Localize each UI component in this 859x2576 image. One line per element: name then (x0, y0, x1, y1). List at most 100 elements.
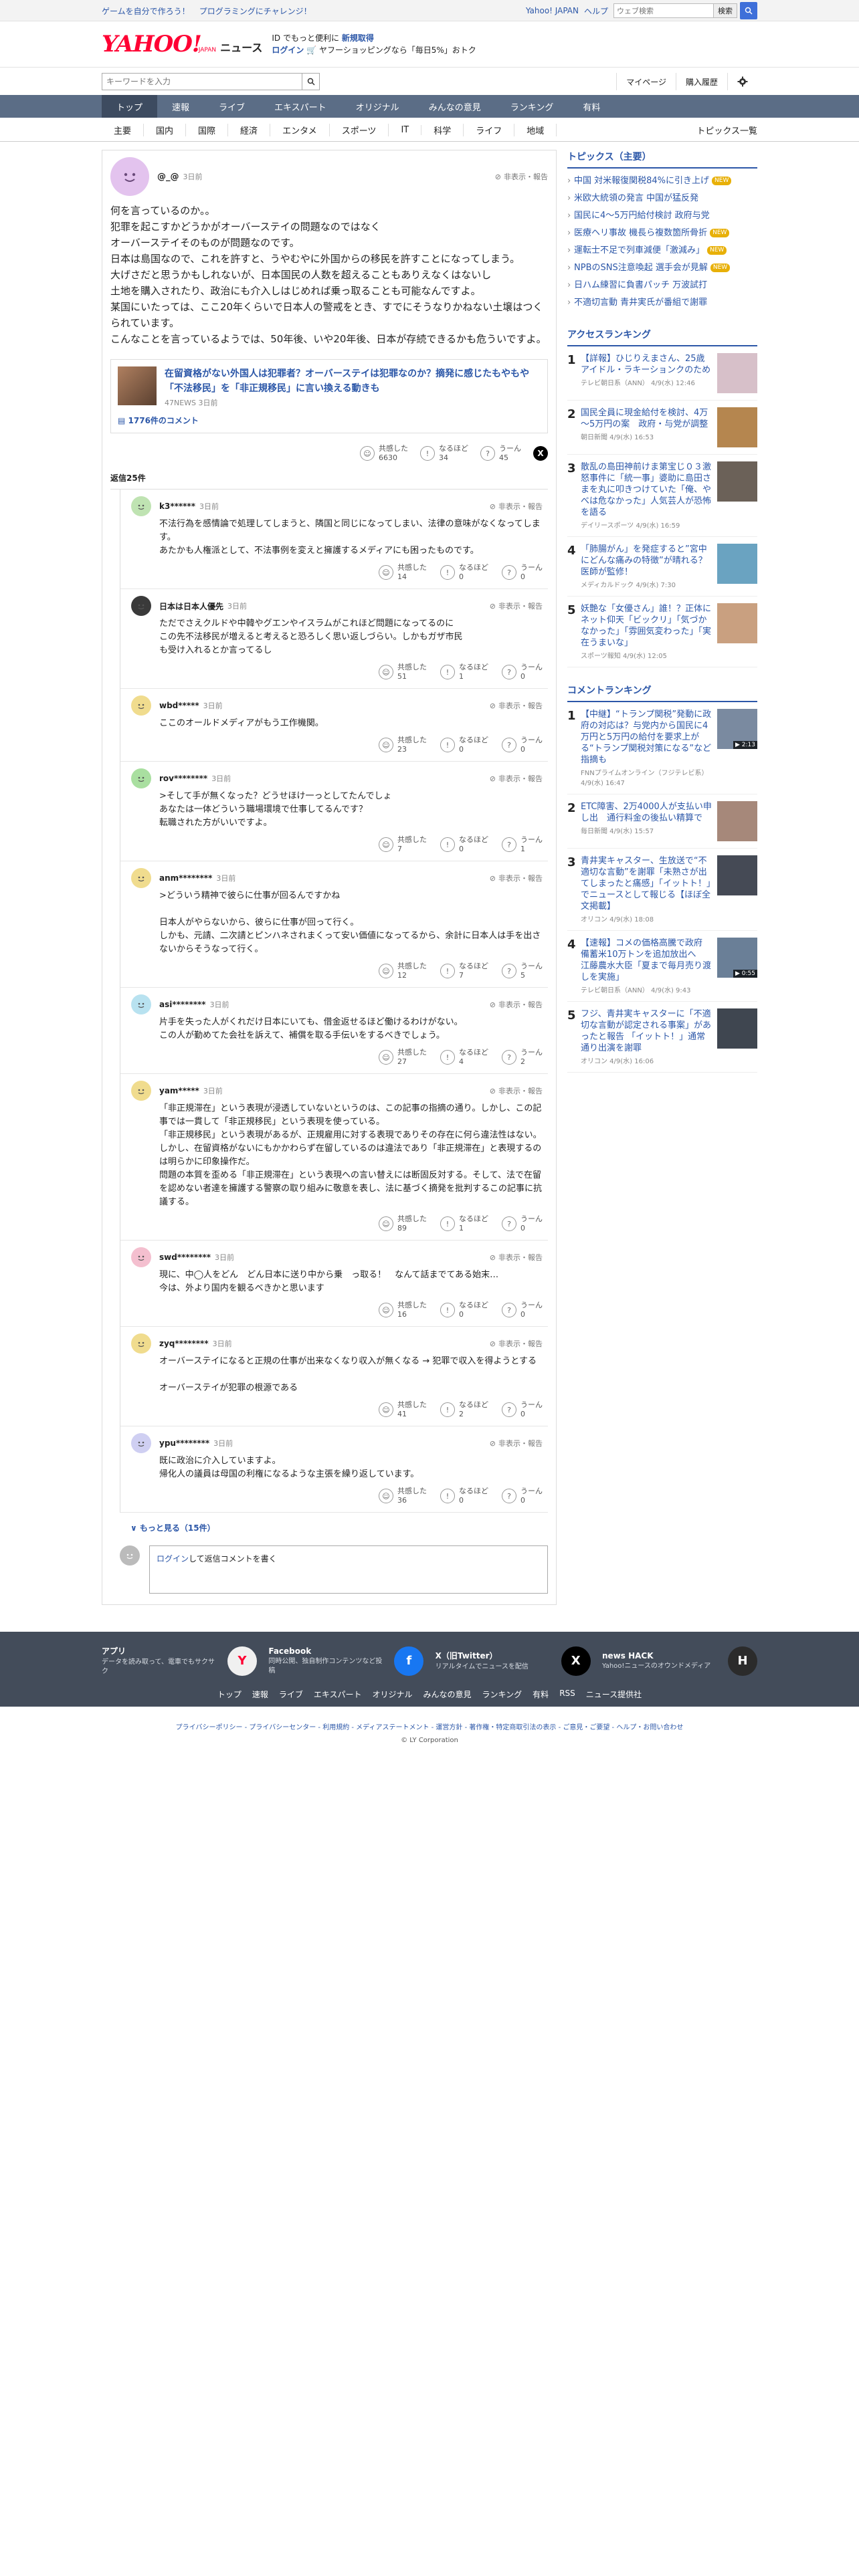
rank-title[interactable]: 散乱の島田神前けま第宝じ０３激怒事件に「統一事」婆助に島田さまを丸に叩きつけてい… (581, 461, 712, 518)
report-button[interactable]: ⊘ 非表示・報告 (490, 501, 543, 512)
rank-title[interactable]: 青井実キャスター、生放送で“不適切な言動”を謝罪「未熟さが出てしまったと痛感」「… (581, 855, 712, 912)
footer-app[interactable]: news HACK Yahoo!ニュースのオウンドメディア H (602, 1645, 757, 1677)
reply-textarea[interactable]: ログインして返信コメントを書く (149, 1545, 548, 1594)
category-tab[interactable]: IT (389, 124, 422, 135)
signup-link[interactable]: 新規取得 (342, 33, 374, 43)
report-button[interactable]: ⊘ 非表示・報告 (490, 601, 543, 611)
topic-link[interactable]: 不適切言動 青井実氏が番組で謝罪 (567, 294, 757, 312)
footer-link[interactable]: エキスパート (314, 1689, 362, 1700)
footer-app[interactable]: X（旧Twitter） リアルタイムでニュースを配信 X (436, 1645, 591, 1677)
promo-link-programming[interactable]: プログラミングにチャレンジ！ (199, 7, 312, 16)
access-ranking-item[interactable]: 3 散乱の島田神前けま第宝じ０３激怒事件に「統一事」婆助に島田さまを丸に叩きつけて… (567, 455, 757, 537)
uun-button[interactable]: ? うーん 0 (502, 563, 543, 582)
footer-link[interactable]: トップ (217, 1689, 242, 1700)
web-search-input[interactable] (613, 3, 714, 18)
article-comment-count[interactable]: ▤ 1776件のコメント (118, 415, 541, 426)
report-button[interactable]: ⊘ 非表示・報告 (490, 999, 543, 1010)
keyword-search-input[interactable] (102, 73, 302, 90)
topic-link[interactable]: 運転士不足で列車減便「激減み」NEW (567, 242, 757, 259)
agree-button[interactable]: ☺ 共感した 6630 (360, 444, 408, 463)
access-ranking-item[interactable]: 1 【詳報】ひじりえまさん、25歳 アイドル・ラキーションクのため テレビ朝日系（A… (567, 346, 757, 401)
purchase-history-link[interactable]: 購入履歴 (675, 73, 727, 90)
category-tab[interactable]: 主要 (102, 123, 145, 136)
footer-link[interactable]: RSS (559, 1689, 575, 1700)
agree-button[interactable]: ☺ 共感した 36 (379, 1487, 427, 1505)
agree-button[interactable]: ☺ 共感した 23 (379, 736, 427, 754)
reply-username[interactable]: zyq******** (159, 1339, 209, 1348)
report-button[interactable]: ⊘ 非表示・報告 (490, 773, 543, 784)
footer-link[interactable]: 速報 (252, 1689, 268, 1700)
footer-link[interactable]: ライブ (279, 1689, 303, 1700)
naruhodo-button[interactable]: ! なるほど 0 (440, 1487, 488, 1505)
x-share-icon[interactable]: X (533, 446, 548, 461)
topic-link[interactable]: 米欧大統領の発言 中国が猛反発 (567, 190, 757, 207)
agree-button[interactable]: ☺ 共感した 12 (379, 962, 427, 980)
linked-article[interactable]: 在留資格がない外国人は犯罪者？オーバーステイは犯罪なのか？摘発に感じたもやもや … (110, 359, 548, 433)
uun-button[interactable]: ? うーん 0 (502, 1301, 543, 1319)
naruhodo-button[interactable]: ! なるほど 0 (440, 1301, 488, 1319)
agree-button[interactable]: ☺ 共感した 89 (379, 1214, 427, 1233)
topic-link[interactable]: 中国 対米報復関税84%に引き上げNEW (567, 173, 757, 190)
footer-link[interactable]: ニュース提供社 (586, 1689, 642, 1700)
naruhodo-button[interactable]: ! なるほど 0 (440, 835, 488, 854)
naruhodo-button[interactable]: ! なるほど 7 (440, 962, 488, 980)
rank-title[interactable]: フジ、青井実キャスターに「不適切な言動が認定される事案」があったと報告 「イット… (581, 1008, 712, 1054)
reply-username[interactable]: ypu******** (159, 1438, 209, 1448)
reply-username[interactable]: yam***** (159, 1086, 199, 1095)
login-link[interactable]: ログイン (272, 45, 304, 55)
agree-button[interactable]: ☺ 共感した 27 (379, 1048, 427, 1067)
category-tab[interactable]: 国際 (186, 123, 229, 136)
access-ranking-item[interactable]: 5 妖艶な「女優さん」誰！？正体にネット仰天「ビックリ」「気づかなかった」「雰囲気… (567, 597, 757, 667)
nav-tab[interactable]: ランキング (496, 95, 569, 118)
rank-title[interactable]: 国民全員に現金給付を検討、4万～5万円の案 政府・与党が調整 (581, 407, 712, 430)
uun-button[interactable]: ? うーん 2 (502, 1048, 543, 1067)
naruhodo-button[interactable]: ! なるほど 1 (440, 1214, 488, 1233)
comment-ranking-item[interactable]: 3 青井実キャスター、生放送で“不適切な言動”を謝罪「未熟さが出てしまったと痛感」… (567, 849, 757, 931)
nav-tab[interactable]: みんなの意見 (414, 95, 496, 118)
report-button[interactable]: ⊘ 非表示・報告 (490, 1338, 543, 1349)
agree-button[interactable]: ☺ 共感した 41 (379, 1400, 427, 1419)
yahoo-news-logo[interactable]: YAHOO! JAPAN ニュース (102, 31, 262, 58)
promo-link-game[interactable]: ゲームを自分で作ろう！ (102, 7, 190, 16)
category-tab[interactable]: 科学 (421, 123, 464, 136)
footer-link[interactable]: オリジナル (373, 1689, 413, 1700)
topic-link[interactable]: 日ハム練習に負書パッチ 万波試打 (567, 277, 757, 294)
uun-button[interactable]: ? うーん 0 (502, 1487, 543, 1505)
topic-link[interactable]: 国民に4～5万円給付検討 政府与党 (567, 207, 757, 225)
comment-username[interactable]: @_@ (157, 172, 179, 182)
reply-username[interactable]: swd******** (159, 1253, 211, 1262)
rank-title[interactable]: 「肺腸がん」を発症すると”宮中にどんな痛みの特徴”が晴れる？医師が監修！ (581, 544, 712, 578)
mypage-link[interactable]: マイページ (616, 73, 676, 90)
report-button[interactable]: ⊘ 非表示・報告 (490, 873, 543, 883)
rank-title[interactable]: ETC障害、2万4000人が支払い申し出 通行料金の後払い精算で (581, 801, 712, 824)
uun-button[interactable]: ? うーん 0 (502, 1214, 543, 1233)
nav-tab[interactable]: エキスパート (260, 95, 341, 118)
nav-tab[interactable]: 速報 (157, 95, 204, 118)
category-tab[interactable]: 経済 (228, 123, 271, 136)
agree-button[interactable]: ☺ 共感した 16 (379, 1301, 427, 1319)
uun-button[interactable]: ? うーん 0 (502, 736, 543, 754)
reply-username[interactable]: wbd***** (159, 701, 199, 710)
footer-link[interactable]: みんなの意見 (423, 1689, 472, 1700)
rank-title[interactable]: 【詳報】ひじりえまさん、25歳 アイドル・ラキーションクのため (581, 353, 712, 376)
nav-tab[interactable]: オリジナル (341, 95, 414, 118)
comment-ranking-item[interactable]: 5 フジ、青井実キャスターに「不適切な言動が認定される事案」があったと報告 「イッ… (567, 1002, 757, 1073)
reply-login-link[interactable]: ログイン (157, 1554, 189, 1564)
rank-title[interactable]: 【速報】コメの価格高騰で政府 備蓄米10万トンを追加放出へ 江藤農水大臣「夏まで… (581, 938, 712, 983)
category-tab[interactable]: スポーツ (330, 123, 389, 136)
category-tab[interactable]: 国内 (144, 123, 187, 136)
show-more-button[interactable]: ∨ もっと見る（15件） (130, 1522, 548, 1533)
nav-tab[interactable]: ライブ (204, 95, 260, 118)
uun-button[interactable]: ? うーん 0 (502, 1400, 543, 1419)
naruhodo-button[interactable]: ! なるほど 2 (440, 1400, 488, 1419)
reply-username[interactable]: rov******** (159, 774, 207, 783)
report-button[interactable]: ⊘ 非表示・報告 (490, 1438, 543, 1448)
category-tab[interactable]: エンタメ (270, 123, 330, 136)
topic-link[interactable]: 医療ヘリ事故 機長ら複数箇所骨折NEW (567, 225, 757, 242)
naruhodo-button[interactable]: ! なるほど 34 (420, 444, 468, 463)
naruhodo-button[interactable]: ! なるほど 0 (440, 563, 488, 582)
footer-link[interactable]: 有料 (533, 1689, 549, 1700)
reply-username[interactable]: asi******** (159, 1000, 206, 1009)
agree-button[interactable]: ☺ 共感した 51 (379, 663, 427, 681)
gear-icon[interactable] (727, 73, 757, 90)
